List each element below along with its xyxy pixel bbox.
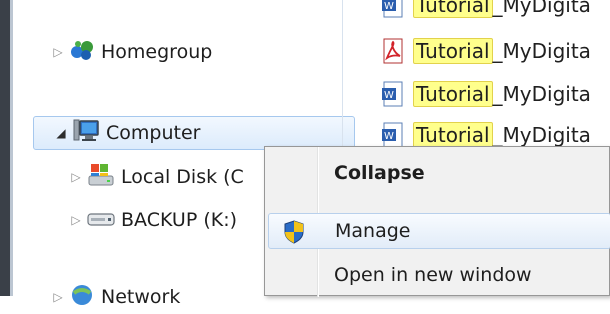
uac-shield-icon [283,220,305,249]
menu-item-label: Manage [335,220,411,242]
word-doc-icon: W [381,122,405,148]
menu-item-collapse[interactable]: Collapse [268,155,610,191]
expand-arrow-icon[interactable]: ▷ [51,45,65,59]
homegroup-icon [69,38,95,67]
file-name-rest: _MyDigita [492,123,591,147]
local-disk-icon [87,162,115,193]
tree-item-computer[interactable]: ◢ Computer [33,116,355,150]
search-match-highlight: Tutorial [413,122,493,148]
tree-item-backup[interactable]: ▷ BACKUP (K:) [69,203,237,237]
network-icon [69,283,95,312]
menu-item-open-new-window[interactable]: Open in new window [268,257,610,293]
svg-text:W: W [384,1,394,12]
menu-item-manage[interactable]: Manage [268,213,610,249]
file-item[interactable]: W Tutorial _MyDigita [381,79,591,109]
window-frame-left [0,0,10,296]
expand-arrow-icon[interactable]: ▷ [69,213,83,227]
computer-icon [72,118,100,149]
search-match-highlight: Tutorial [413,38,493,64]
tree-item-label: Local Disk (C [121,166,244,188]
tree-item-local-disk[interactable]: ▷ Local Disk (C [69,160,244,194]
expand-arrow-icon[interactable]: ▷ [69,170,83,184]
svg-text:W: W [384,131,394,142]
drive-icon [87,208,115,233]
tree-item-label: BACKUP (K:) [121,209,238,231]
search-match-highlight: Tutorial [413,81,493,107]
tree-item-homegroup[interactable]: ▷ Homegroup [51,35,212,69]
search-match-highlight: Tutorial [413,0,493,18]
file-name-rest: _MyDigita [492,82,591,106]
file-item[interactable]: W Tutorial _MyDigita [381,0,591,20]
menu-item-label: Collapse [334,162,425,184]
word-doc-icon: W [381,0,405,18]
file-item[interactable]: Tutorial _MyDigita [381,36,591,66]
menu-item-label: Open in new window [334,264,532,286]
tree-item-label: Homegroup [101,41,213,63]
context-menu: Collapse Manage Open in new window [264,146,610,297]
svg-text:W: W [384,90,394,101]
file-name-rest: _MyDigita [492,39,591,63]
tree-item-label: Computer [106,122,201,144]
tree-item-label: Network [101,286,181,308]
expand-arrow-icon[interactable]: ▷ [51,290,65,304]
file-name-rest: _MyDigita [492,0,591,17]
pdf-icon [381,38,405,64]
tree-item-network[interactable]: ▷ Network [51,280,180,314]
collapse-arrow-icon[interactable]: ◢ [54,126,68,140]
word-doc-icon: W [381,81,405,107]
